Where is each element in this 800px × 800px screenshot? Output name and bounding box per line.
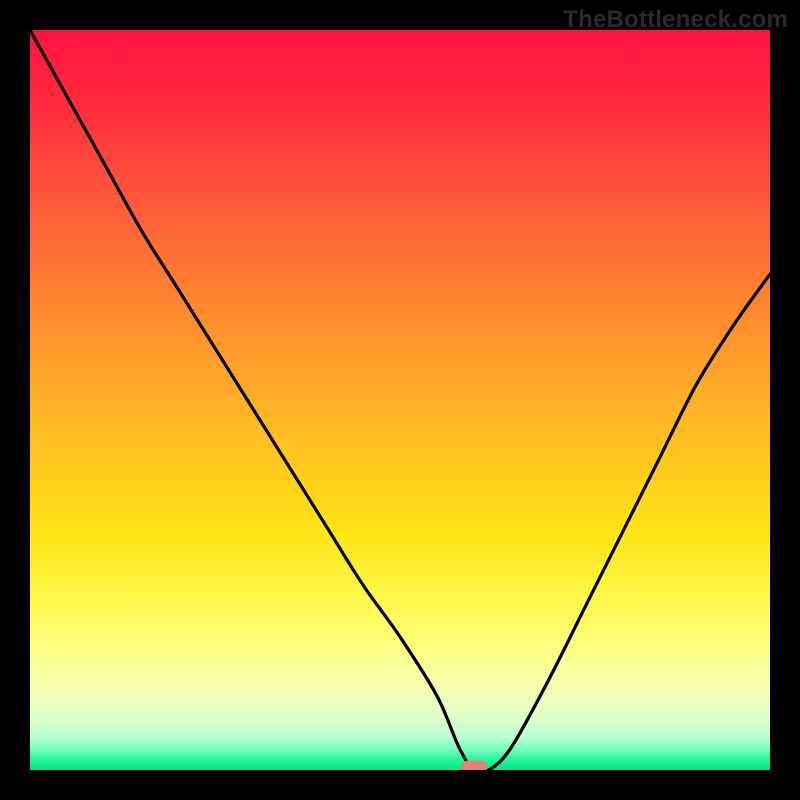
bottleneck-curve [30,30,770,770]
plot-area [30,30,770,770]
watermark-text: TheBottleneck.com [563,6,788,34]
optimum-marker [461,761,487,771]
chart-frame: TheBottleneck.com [0,0,800,800]
